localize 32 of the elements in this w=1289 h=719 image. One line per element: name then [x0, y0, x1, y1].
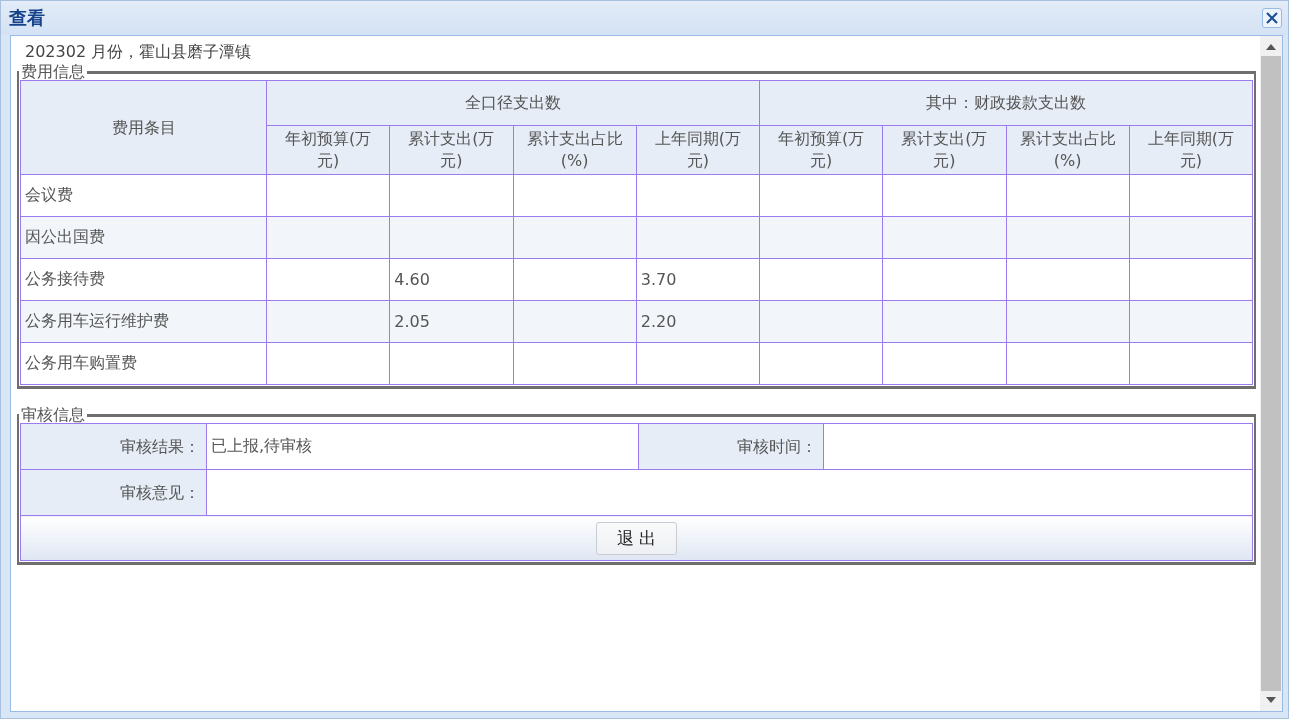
- header-cell: 年初预算(万元): [266, 125, 390, 175]
- header-cell: 累计支出占比(%): [1006, 125, 1130, 175]
- table-cell: 公务接待费: [20, 258, 267, 301]
- header-cell: 累计支出(万元): [389, 125, 513, 175]
- table-cell: 3.70: [636, 258, 760, 301]
- table-cell: 会议费: [20, 174, 267, 217]
- close-button[interactable]: [1262, 8, 1282, 28]
- table-cell: 因公出国费: [20, 216, 267, 259]
- table-cell: 公务用车购置费: [20, 342, 267, 385]
- header-cell: 年初预算(万元): [759, 125, 883, 175]
- header-cell: 其中：财政拨款支出数: [759, 80, 1253, 126]
- table-cell: 公务用车运行维护费: [20, 300, 267, 343]
- header-cell: 上年同期(万元): [1129, 125, 1253, 175]
- field-label: 审核时间：: [638, 423, 824, 470]
- header-cell: 累计支出(万元): [882, 125, 1006, 175]
- table-cell: 2.20: [636, 300, 760, 343]
- field-label: 审核意见：: [20, 469, 207, 516]
- group-legend: 费用信息: [19, 64, 87, 80]
- group-legend: 审核信息: [19, 407, 87, 423]
- header-cell: 费用条目: [20, 80, 267, 175]
- field-value: 已上报,待审核: [206, 423, 639, 470]
- table-cell: 2.05: [389, 300, 513, 343]
- header-cell: 累计支出占比(%): [513, 125, 637, 175]
- field-label: 审核结果：: [20, 423, 207, 470]
- scroll-up-icon[interactable]: [1266, 44, 1276, 50]
- table-cell: 4.60: [389, 258, 513, 301]
- period-location-text: 202302 月份，霍山县磨子潭镇: [24, 42, 253, 63]
- header-cell: 全口径支出数: [266, 80, 760, 126]
- window-title: 查看: [9, 6, 45, 30]
- header-cell: 上年同期(万元): [636, 125, 760, 175]
- scroll-down-icon[interactable]: [1266, 697, 1276, 703]
- exit-button[interactable]: 退 出: [596, 521, 677, 555]
